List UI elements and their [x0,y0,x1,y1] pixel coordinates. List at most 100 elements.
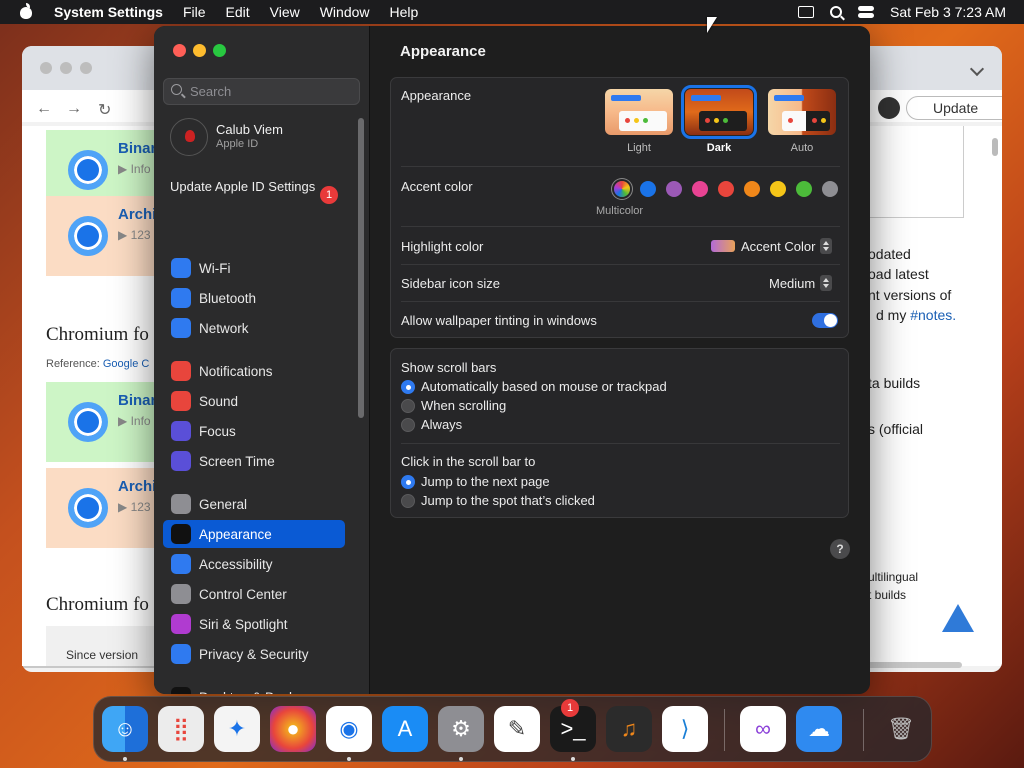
zoom-window-icon[interactable] [213,44,226,57]
appearance-auto-label[interactable]: Auto [768,142,836,154]
card-title[interactable]: Binar [118,140,156,157]
appearance-auto-thumbnail[interactable] [768,89,836,135]
textedit-icon[interactable]: ✎ [494,706,540,752]
sidebar-item-network[interactable]: Network [163,314,345,342]
page-card[interactable]: Archi ▶ 123 [46,468,156,548]
settings-dock-badge: 1 [561,699,579,717]
sidebar-item-control-center[interactable]: Control Center [163,580,345,608]
clock[interactable]: Sat Feb 3 7:23 AM [890,4,1006,20]
vscode-icon[interactable]: ⟩ [662,706,708,752]
screen-mirroring-icon[interactable] [798,6,815,18]
control-center-menu-icon[interactable] [858,6,875,18]
sidebar-item-accessibility[interactable]: Accessibility [163,550,345,578]
menu-bar: System Settings File Edit View Window He… [0,0,1024,24]
wallpaper-tinting-toggle[interactable] [812,313,838,328]
menu-app-name[interactable]: System Settings [54,4,163,20]
browser-minimize-icon[interactable] [60,62,72,74]
app-store-icon[interactable]: A [382,706,428,752]
scroll-always-radio[interactable] [401,418,415,432]
back-arrow-icon[interactable]: ← [36,100,52,118]
click-next-page-radio[interactable] [401,475,415,489]
sidebar-item-privacy-security[interactable]: Privacy & Security [163,640,345,668]
menu-help[interactable]: Help [390,4,419,20]
menu-file[interactable]: File [183,4,206,20]
appearance-dark-thumbnail[interactable] [681,85,757,139]
garageband-icon[interactable]: ♫ [606,706,652,752]
divider [401,443,840,444]
card-title[interactable]: Archi [118,206,156,223]
page-vertical-scrollbar[interactable] [992,138,998,156]
finder-icon[interactable]: ☺ [102,706,148,752]
system-settings-icon[interactable]: ⚙ [438,706,484,752]
appearance-icon [171,524,191,544]
safari-icon[interactable]: ✦ [214,706,260,752]
accent-color-swatch[interactable] [640,181,656,197]
sidebar-item-label: Screen Time [199,453,275,469]
card-title[interactable]: Binar [118,392,156,409]
accent-color-swatch[interactable] [692,181,708,197]
highlight-color-popup[interactable]: Accent Color [711,238,833,254]
accent-color-swatch[interactable] [666,181,682,197]
menu-view[interactable]: View [270,4,300,20]
sidebar-scrollbar[interactable] [358,118,364,418]
accent-color-swatch[interactable] [718,181,734,197]
sidebar-item-sound[interactable]: Sound [163,387,345,415]
browser-close-icon[interactable] [40,62,52,74]
click-next-page-label[interactable]: Jump to the next page [421,474,550,489]
scroll-when-scrolling-radio[interactable] [401,399,415,413]
sidebar-item-wi-fi[interactable]: Wi-Fi [163,254,345,282]
chrome-icon[interactable]: ◉ [326,706,372,752]
sidebar-icon-size-popup[interactable]: Medium [769,275,833,291]
menu-window[interactable]: Window [320,4,370,20]
firefox-icon[interactable]: ● [270,706,316,752]
accent-multicolor-swatch[interactable] [614,181,630,197]
page-card[interactable]: Archi ▶ 123 [46,196,156,276]
menu-edit[interactable]: Edit [226,4,250,20]
apple-menu-icon[interactable] [18,3,38,19]
profile-avatar-icon[interactable] [878,97,900,119]
visual-studio-icon[interactable]: ∞ [740,706,786,752]
sidebar-item-siri-spotlight[interactable]: Siri & Spotlight [163,610,345,638]
help-button[interactable]: ? [830,539,850,559]
scroll-auto-label[interactable]: Automatically based on mouse or trackpad [421,379,667,394]
scroll-auto-radio[interactable] [401,380,415,394]
scroll-always-label[interactable]: Always [421,417,462,432]
launchpad-icon[interactable]: ⣿ [158,706,204,752]
reload-icon[interactable]: ↻ [98,100,111,120]
scroll-when-scrolling-label[interactable]: When scrolling [421,398,506,413]
sidebar-item-appearance[interactable]: Appearance [163,520,345,548]
forward-arrow-icon[interactable]: → [66,100,82,118]
sidebar-item-screen-time[interactable]: Screen Time [163,447,345,475]
click-spot-radio[interactable] [401,494,415,508]
browser-update-button[interactable]: Update [906,96,1002,120]
siri-icon [171,614,191,634]
appearance-dark-label[interactable]: Dark [685,142,753,154]
sidebar-item-desktop-dock[interactable]: Desktop & Dock [163,683,345,694]
scroll-top-triangle-icon[interactable] [942,604,974,632]
page-card[interactable]: Binar ▶ Info [46,382,156,462]
search-input[interactable]: Search [163,78,360,105]
browser-zoom-icon[interactable] [80,62,92,74]
accent-color-swatch[interactable] [744,181,760,197]
tab-list-chevron-icon[interactable] [969,61,985,77]
sidebar-item-focus[interactable]: Focus [163,417,345,445]
card-title[interactable]: Archi [118,478,156,495]
appearance-light-label[interactable]: Light [605,142,673,154]
page-text-line: oad latest [868,266,929,282]
sidebar-item-notifications[interactable]: Notifications [163,357,345,385]
update-apple-id-item[interactable]: Update Apple ID Settings [170,179,320,195]
appearance-light-thumbnail[interactable] [605,89,673,135]
trash-icon[interactable]: 🗑 [878,706,924,752]
sidebar-item-bluetooth[interactable]: Bluetooth [163,284,345,312]
accent-color-swatch[interactable] [770,181,786,197]
reference-link[interactable]: Google C [103,358,149,370]
click-spot-label[interactable]: Jump to the spot that’s clicked [421,493,595,508]
accent-color-swatch[interactable] [822,181,838,197]
minimize-window-icon[interactable] [193,44,206,57]
close-window-icon[interactable] [173,44,186,57]
weather-icon[interactable]: ☁ [796,706,842,752]
sidebar-item-general[interactable]: General [163,490,345,518]
accent-color-swatch[interactable] [796,181,812,197]
notes-link[interactable]: #notes. [910,307,956,323]
spotlight-icon[interactable] [830,6,843,18]
